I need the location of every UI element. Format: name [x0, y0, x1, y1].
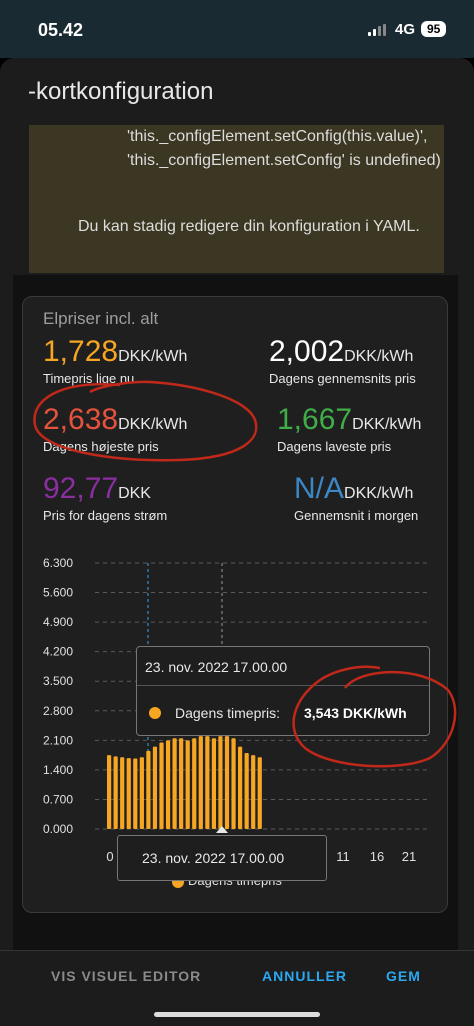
price-bar — [205, 736, 210, 829]
price-bar — [126, 758, 131, 829]
x-tick-label: 16 — [370, 849, 384, 864]
price-bar — [231, 738, 236, 829]
price-bar — [185, 740, 190, 829]
price-bar — [211, 738, 216, 829]
price-bar — [133, 758, 138, 829]
price-bar — [107, 755, 112, 829]
y-tick-label: 5.600 — [43, 586, 73, 600]
x-tick-label: 0 — [106, 849, 113, 864]
price-bar — [152, 746, 158, 829]
x-tick-label: 21 — [402, 849, 416, 864]
price-bar — [198, 736, 203, 829]
price-bar — [113, 756, 118, 829]
tooltip-date: 23. nov. 2022 17.00.00 — [145, 659, 288, 675]
y-tick-label: 4.200 — [43, 645, 73, 659]
home-indicator — [154, 1012, 320, 1017]
y-tick-label: 0.700 — [43, 792, 73, 806]
chart-tooltip: 23. nov. 2022 17.00.00 Dagens timepris: … — [136, 646, 430, 736]
save-button[interactable]: GEM — [386, 968, 421, 984]
y-tick-label: 0.000 — [43, 822, 73, 836]
x-tick-label: 11 — [336, 849, 350, 864]
tooltip-divider — [137, 685, 429, 686]
price-bar — [257, 757, 262, 829]
show-visual-editor-button[interactable]: VIS VISUEL EDITOR — [51, 968, 201, 984]
price-bar — [146, 750, 151, 829]
price-bar — [238, 746, 243, 829]
price-bar — [218, 736, 223, 829]
price-bar — [179, 738, 184, 829]
y-tick-label: 1.400 — [43, 763, 73, 777]
y-tick-label: 3.500 — [43, 674, 73, 688]
y-tick-label: 2.800 — [43, 704, 73, 718]
y-tick-label: 4.900 — [43, 615, 73, 629]
tooltip-value: 3,543 DKK/kWh — [304, 705, 407, 721]
cancel-button[interactable]: ANNULLER — [262, 968, 347, 984]
price-bar — [172, 738, 177, 829]
x-axis-tooltip: 23. nov. 2022 17.00.00 — [117, 835, 327, 881]
price-bar — [120, 757, 125, 829]
price-bar — [165, 740, 171, 829]
price-bar — [224, 736, 230, 829]
price-bar — [244, 753, 249, 829]
tooltip-series-name: Dagens timepris: — [175, 705, 281, 721]
price-bar — [192, 738, 197, 829]
y-tick-label: 2.100 — [43, 733, 73, 747]
x-axis-tooltip-date: 23. nov. 2022 17.00.00 — [142, 850, 285, 866]
price-bar — [159, 742, 164, 829]
tooltip-series-dot — [149, 707, 161, 719]
price-bar — [251, 755, 256, 829]
price-bar — [139, 757, 144, 829]
y-tick-label: 6.300 — [43, 556, 73, 570]
